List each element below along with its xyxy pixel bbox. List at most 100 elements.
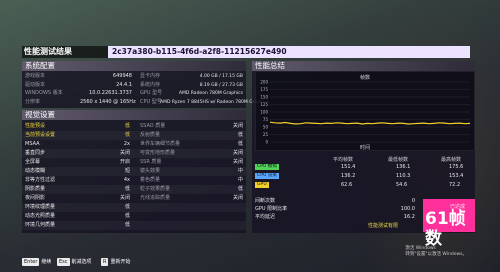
run-id-field: 2c37a380-b115-4f6d-a2f8-11215627e490 bbox=[108, 46, 470, 58]
video-setting-row: 环境几何质量 低 bbox=[22, 221, 246, 230]
video-setting-row: 全屏幕 开启 SSR 质量 关闭 bbox=[22, 158, 246, 167]
stats-value: 54.6 bbox=[396, 182, 408, 188]
video-setting-value-2: 中 bbox=[237, 177, 243, 183]
video-setting-value: 低 bbox=[124, 222, 130, 228]
sys-value-2: AMD Radeon 780M Graphics bbox=[178, 91, 243, 96]
video-setting-row: 动态模糊 短 镜头效果 中 bbox=[22, 167, 246, 176]
stats-value: 136.1 bbox=[396, 164, 411, 170]
sys-label-2: 系统内存 bbox=[140, 81, 161, 88]
video-setting-value: 低 bbox=[124, 186, 130, 192]
r-key-hint: R bbox=[101, 258, 109, 266]
video-setting-label: 当前预设设置 bbox=[25, 132, 56, 138]
stats-series-chip: GPU bbox=[255, 182, 269, 188]
chart-y-tick-label: 75 bbox=[263, 117, 269, 122]
framerate-chart: 帧数 200 175 150 125 100 75 50 25 0 时间 bbox=[255, 71, 475, 151]
video-setting-label: 垂直同步 bbox=[25, 150, 46, 156]
video-setting-label: 性能预设 bbox=[25, 123, 46, 129]
options-label: 削减选项 bbox=[71, 259, 92, 265]
video-setting-value: 关闭 bbox=[119, 150, 130, 156]
video-settings-header: 视觉设置 bbox=[22, 110, 246, 120]
framerate-chart-svg: 帧数 200 175 150 125 100 75 50 25 0 时间 bbox=[260, 74, 471, 151]
video-setting-label: 动态模糊 bbox=[25, 168, 46, 174]
video-setting-value: 低 bbox=[124, 132, 130, 138]
video-setting-label-2: 光线追踪质量 bbox=[140, 195, 171, 201]
sys-label: 游戏版本 bbox=[25, 73, 46, 79]
video-setting-label: 环境几何质量 bbox=[25, 222, 56, 228]
video-setting-row: 非等方性过滤 4x 着色质量 中 bbox=[22, 176, 246, 185]
video-setting-row: 阴影质量 低 粒子效果质量 低 bbox=[22, 185, 246, 194]
video-setting-label-2: 镜头效果 bbox=[140, 168, 161, 174]
chart-y-tick-label: 100 bbox=[260, 110, 268, 115]
chart-y-tick-label: 150 bbox=[260, 95, 268, 100]
restart-button[interactable]: R 重新开始 bbox=[101, 258, 131, 266]
video-setting-value-2: 关闭 bbox=[232, 159, 243, 165]
chart-y-tick-label: 50 bbox=[263, 125, 269, 130]
chart-title: 帧数 bbox=[360, 74, 370, 81]
stats-series-chip: CPU 渲染 bbox=[255, 173, 279, 179]
performance-limited-label: 性能测试有限 bbox=[368, 223, 399, 229]
video-setting-value: 低 bbox=[124, 123, 130, 129]
stats-col-header: 最高帧数 bbox=[441, 157, 462, 163]
sys-label-2: CPU 型号 bbox=[140, 98, 162, 105]
sys-label: 驱动版本 bbox=[25, 81, 46, 88]
video-setting-value-2: 低 bbox=[237, 186, 243, 192]
video-setting-value-2: 低 bbox=[237, 141, 243, 147]
video-setting-label-2: 反射质量 bbox=[140, 132, 161, 138]
sys-value: 10.0.22631.3737 bbox=[89, 90, 132, 96]
options-button[interactable]: Esc 削减选项 bbox=[57, 258, 92, 266]
video-setting-value-2: 关闭 bbox=[232, 195, 243, 201]
video-setting-row: 夜间阴影 关闭 光线追踪质量 关闭 bbox=[22, 194, 246, 203]
video-setting-label: 阴影质量 bbox=[25, 186, 46, 192]
stats-value: 175.6 bbox=[449, 164, 464, 170]
stats-series-chip: CPU 模拟 bbox=[255, 164, 279, 170]
fps-badge: 已达成 61帧数 bbox=[423, 199, 475, 249]
video-setting-row: 环境纹理质量 低 bbox=[22, 203, 246, 212]
sys-label-2: 显卡内存 bbox=[140, 73, 161, 79]
stats-col-header: 平均帧数 bbox=[333, 157, 354, 163]
stats-value: 62.6 bbox=[341, 182, 353, 188]
video-setting-value: 关闭 bbox=[119, 195, 130, 201]
footer-bar: Enter 继续 Esc 削减选项 R 重新开始 bbox=[0, 254, 500, 272]
stats-value: 72.2 bbox=[449, 182, 461, 188]
chart-x-label: 时间 bbox=[360, 144, 370, 150]
esc-key-hint: Esc bbox=[57, 258, 70, 266]
video-setting-label: 非等方性过滤 bbox=[25, 177, 56, 183]
video-setting-row: MSAA 2x 世界车辆细节质量 低 bbox=[22, 140, 246, 149]
video-setting-row: 当前预设设置 低 反射质量 低 bbox=[22, 131, 246, 140]
sys-label: 分辨率 bbox=[25, 98, 41, 105]
stats-extra-value: 16.2 bbox=[403, 214, 415, 220]
enter-key-hint: Enter bbox=[22, 258, 40, 266]
video-setting-value: 低 bbox=[124, 204, 130, 210]
video-setting-label: 环境纹理质量 bbox=[25, 204, 56, 210]
video-setting-label-2: 世界车辆细节质量 bbox=[140, 141, 181, 147]
page-title: 性能测试结果 bbox=[24, 47, 72, 56]
stats-value: 136.2 bbox=[341, 173, 356, 179]
sys-value-2: 4.00 GB / 17.15 GB bbox=[199, 74, 243, 79]
stats-value: 151.4 bbox=[341, 164, 356, 170]
chart-y-tick-label: 25 bbox=[263, 132, 269, 137]
chart-y-tick-label: 175 bbox=[260, 87, 268, 92]
video-setting-value: 低 bbox=[124, 213, 130, 219]
chart-y-tick-label: 200 bbox=[260, 80, 268, 85]
video-setting-value: 2x bbox=[123, 141, 130, 147]
stats-extra-label: GPU 限制比率 bbox=[255, 206, 288, 212]
chart-y-tick-label: 125 bbox=[260, 102, 268, 107]
video-setting-label-2: SSR 质量 bbox=[140, 159, 162, 165]
stats-extra-value: 0 bbox=[411, 198, 415, 204]
video-setting-label: 动态光照质量 bbox=[25, 213, 56, 219]
video-setting-value: 4x bbox=[123, 177, 130, 183]
stats-value: 153.4 bbox=[449, 173, 464, 179]
video-setting-label: MSAA bbox=[25, 141, 40, 147]
stats-col-header: 最低帧数 bbox=[388, 157, 409, 163]
fps-badge-value: 61帧数 bbox=[425, 209, 466, 249]
continue-label: 继续 bbox=[41, 259, 52, 265]
video-setting-label-2: SSAO 质量 bbox=[140, 123, 166, 129]
continue-button[interactable]: Enter 继续 bbox=[22, 258, 51, 266]
video-setting-value-2: 低 bbox=[237, 132, 243, 138]
chart-series-gpu-line bbox=[269, 121, 471, 125]
video-setting-label-2: 粒子效果质量 bbox=[140, 186, 171, 192]
video-setting-label: 夜间阴影 bbox=[25, 195, 46, 201]
video-setting-label-2: 可变形地形质量 bbox=[140, 150, 176, 156]
title-bar: 性能测试结果 2c37a380-b115-4f6d-a2f8-11215627e… bbox=[22, 46, 470, 58]
system-config-header: 系统配置 bbox=[22, 61, 246, 71]
